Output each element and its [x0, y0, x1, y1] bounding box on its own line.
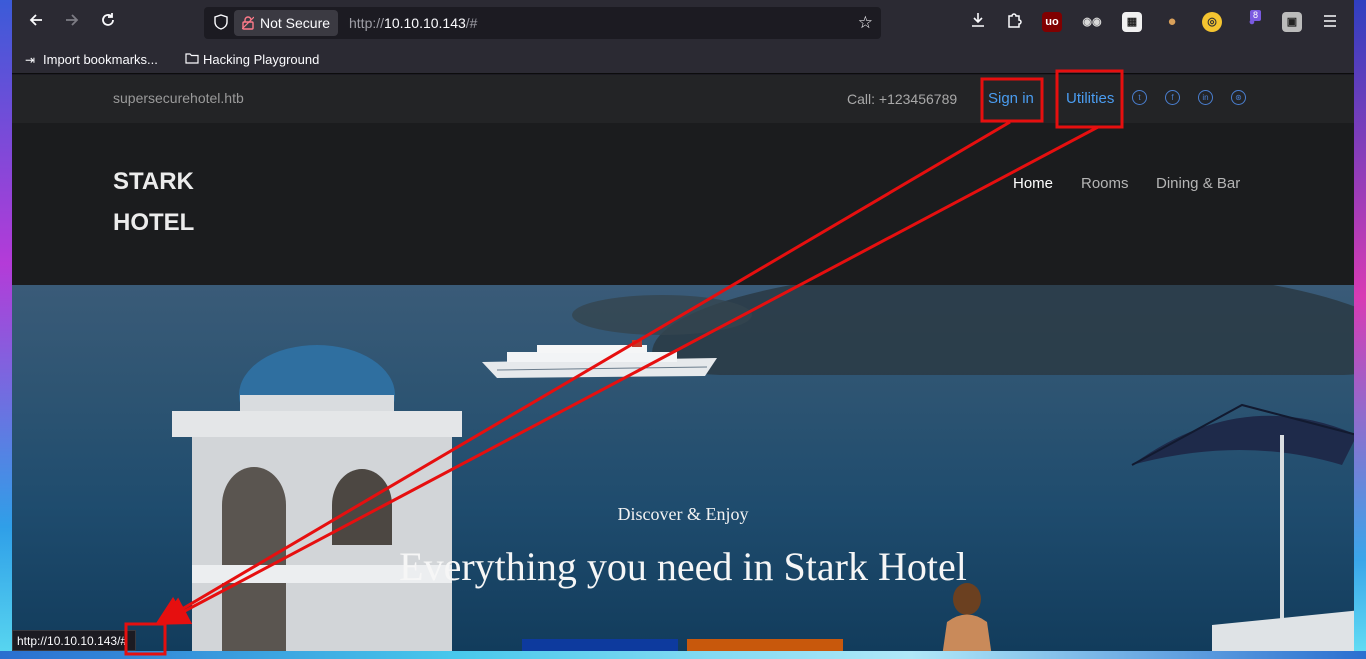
download-icon	[972, 13, 984, 27]
hamburger-menu-icon	[1324, 15, 1336, 27]
bell-tower-graphic	[172, 345, 462, 651]
cookie-extension-icon[interactable]: ●	[1162, 12, 1182, 32]
site-header: STARK HOTEL Home Rooms Dining & Bar	[12, 123, 1354, 285]
logo-line: HOTEL	[113, 209, 195, 236]
desktop-edge-right	[1354, 0, 1366, 659]
spy-glasses-extension-icon[interactable]: ◉◉	[1082, 12, 1102, 32]
hero-cta-button-primary[interactable]	[522, 639, 678, 651]
url-text[interactable]: http://10.10.10.143/#	[349, 7, 477, 39]
import-icon: ⇥	[25, 53, 36, 67]
broken-lock-icon	[241, 10, 255, 38]
ublock-origin-icon[interactable]: uo	[1042, 12, 1062, 32]
back-arrow-icon	[29, 14, 42, 26]
call-number: Call: +123456789	[847, 91, 958, 107]
container-extension-icon[interactable]: ▣	[1282, 12, 1302, 32]
url-scheme: http://	[349, 15, 385, 31]
folder-icon	[185, 51, 199, 69]
security-label: Not Secure	[260, 15, 331, 31]
bookmark-label: Import bookmarks...	[43, 52, 158, 67]
linkedin-icon[interactable]: in	[1198, 90, 1213, 105]
site-topbar: supersecurehotel.htb Call: +123456789 Si…	[12, 75, 1354, 123]
address-bar[interactable]: Not Secure http://10.10.10.143/# ☆	[204, 7, 881, 39]
desktop-edge-left	[0, 0, 12, 659]
nav-dining-bar[interactable]: Dining & Bar	[1156, 175, 1240, 192]
site-security-indicator[interactable]: Not Secure	[234, 10, 339, 38]
back-button[interactable]	[24, 11, 48, 35]
nav-home[interactable]: Home	[1013, 175, 1053, 192]
facebook-icon[interactable]: f	[1165, 90, 1180, 105]
desktop-edge-bottom	[0, 651, 1366, 659]
hero-title: Everything you need in Stark Hotel	[399, 544, 967, 589]
browser-toolbar: Not Secure http://10.10.10.143/# ☆ uo ◉◉…	[12, 0, 1354, 46]
bookmarks-toolbar: ⇥ Import bookmarks... Hacking Playground	[12, 46, 1354, 74]
browser-window: Not Secure http://10.10.10.143/# ☆ uo ◉◉…	[12, 0, 1354, 651]
extension-badge: 8	[1250, 10, 1262, 21]
hero-island-shape	[652, 285, 1354, 375]
forward-button[interactable]	[60, 11, 84, 35]
nav-rooms[interactable]: Rooms	[1081, 175, 1129, 192]
link-status-bar: http://10.10.10.143/#	[12, 630, 137, 651]
dribbble-icon[interactable]: ⊛	[1231, 90, 1246, 105]
sign-in-link[interactable]: Sign in	[988, 90, 1034, 107]
bookmark-star-icon[interactable]: ☆	[858, 7, 873, 39]
qr-code-extension-icon[interactable]: ▦	[1122, 12, 1142, 32]
downloads-button[interactable]	[966, 11, 990, 35]
page-content: supersecurehotel.htb Call: +123456789 Si…	[12, 75, 1354, 651]
url-path: /#	[465, 15, 478, 31]
hero-island-shape	[572, 295, 752, 335]
reload-button[interactable]	[96, 11, 120, 35]
logo-line: STARK	[113, 168, 194, 195]
site-logo[interactable]: STARK HOTEL	[113, 161, 233, 243]
reload-icon	[102, 13, 114, 26]
tracking-shield-icon[interactable]	[212, 14, 230, 32]
bookmark-label: Hacking Playground	[203, 52, 320, 67]
cruise-ship-graphic	[482, 340, 717, 378]
menu-button[interactable]	[1318, 11, 1342, 35]
extensions-button[interactable]	[1002, 11, 1026, 35]
hero-cta-button-secondary[interactable]	[687, 639, 843, 651]
puzzle-icon	[1008, 13, 1022, 28]
forward-arrow-icon	[66, 14, 79, 26]
bookmark-import[interactable]: ⇥ Import bookmarks...	[25, 51, 158, 69]
url-host: 10.10.10.143	[384, 15, 466, 31]
hero-subtitle: Discover & Enjoy	[617, 504, 749, 524]
hero-banner: Discover & Enjoy Everything you need in …	[12, 285, 1354, 651]
bookmark-folder-hacking-playground[interactable]: Hacking Playground	[185, 51, 319, 69]
cookie-editor-extension-icon[interactable]: ◎	[1202, 12, 1222, 32]
twitter-icon[interactable]: t	[1132, 90, 1147, 105]
utilities-link[interactable]: Utilities	[1066, 90, 1114, 107]
site-domain: supersecurehotel.htb	[113, 90, 244, 106]
